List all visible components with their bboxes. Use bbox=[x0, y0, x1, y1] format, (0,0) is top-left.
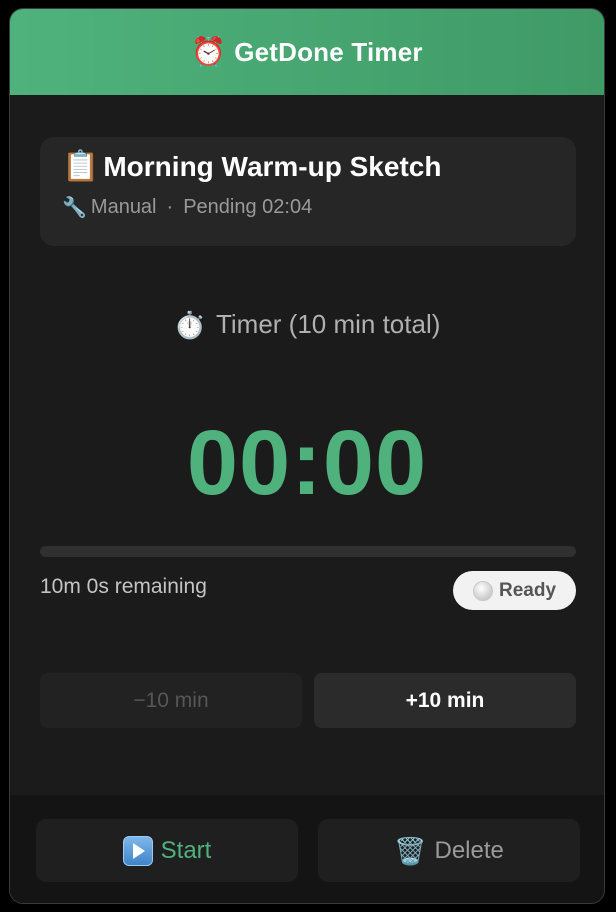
start-label: Start bbox=[160, 836, 212, 864]
clipboard-icon: 📋 bbox=[62, 150, 100, 183]
status-badge: Ready bbox=[453, 571, 576, 610]
task-mode: Manual bbox=[90, 196, 157, 218]
stopwatch-icon: ⏱️ bbox=[173, 309, 206, 340]
progress-bar bbox=[40, 546, 576, 557]
task-title-row: 📋 Morning Warm-up Sketch bbox=[62, 151, 554, 183]
wrench-icon: 🔧 bbox=[62, 197, 87, 219]
task-pending: Pending 02:04 bbox=[183, 196, 313, 218]
delete-button[interactable]: 🗑️ Delete bbox=[318, 819, 580, 882]
minus-10-min-button[interactable]: −10 min bbox=[40, 673, 302, 728]
task-meta: 🔧 Manual · Pending 02:04 bbox=[62, 195, 554, 220]
timer-label-row: ⏱️ Timer (10 min total) bbox=[10, 309, 604, 340]
footer-bar: Start 🗑️ Delete bbox=[10, 795, 604, 903]
meta-separator: · bbox=[166, 196, 174, 218]
start-button[interactable]: Start bbox=[36, 819, 298, 882]
timer-label: Timer (10 min total) bbox=[215, 309, 441, 339]
task-card: 📋 Morning Warm-up Sketch 🔧 Manual · Pend… bbox=[40, 137, 576, 246]
timer-window: ⏰ GetDone Timer 📋 Morning Warm-up Sketch… bbox=[9, 8, 605, 904]
plus-10-min-button[interactable]: +10 min bbox=[314, 673, 576, 728]
status-text: Ready bbox=[498, 579, 557, 601]
app-header: ⏰ GetDone Timer bbox=[10, 9, 604, 95]
white-circle-icon bbox=[472, 580, 493, 601]
alarm-clock-icon: ⏰ bbox=[191, 36, 227, 67]
timer-display: 00:00 bbox=[186, 412, 428, 514]
wastebasket-icon: 🗑️ bbox=[394, 835, 427, 866]
task-title: Morning Warm-up Sketch bbox=[103, 151, 442, 182]
delete-label: Delete bbox=[434, 836, 504, 864]
app-title: GetDone Timer bbox=[234, 36, 423, 67]
remaining-time: 10m 0s remaining bbox=[40, 575, 207, 598]
play-button-icon bbox=[122, 835, 153, 866]
